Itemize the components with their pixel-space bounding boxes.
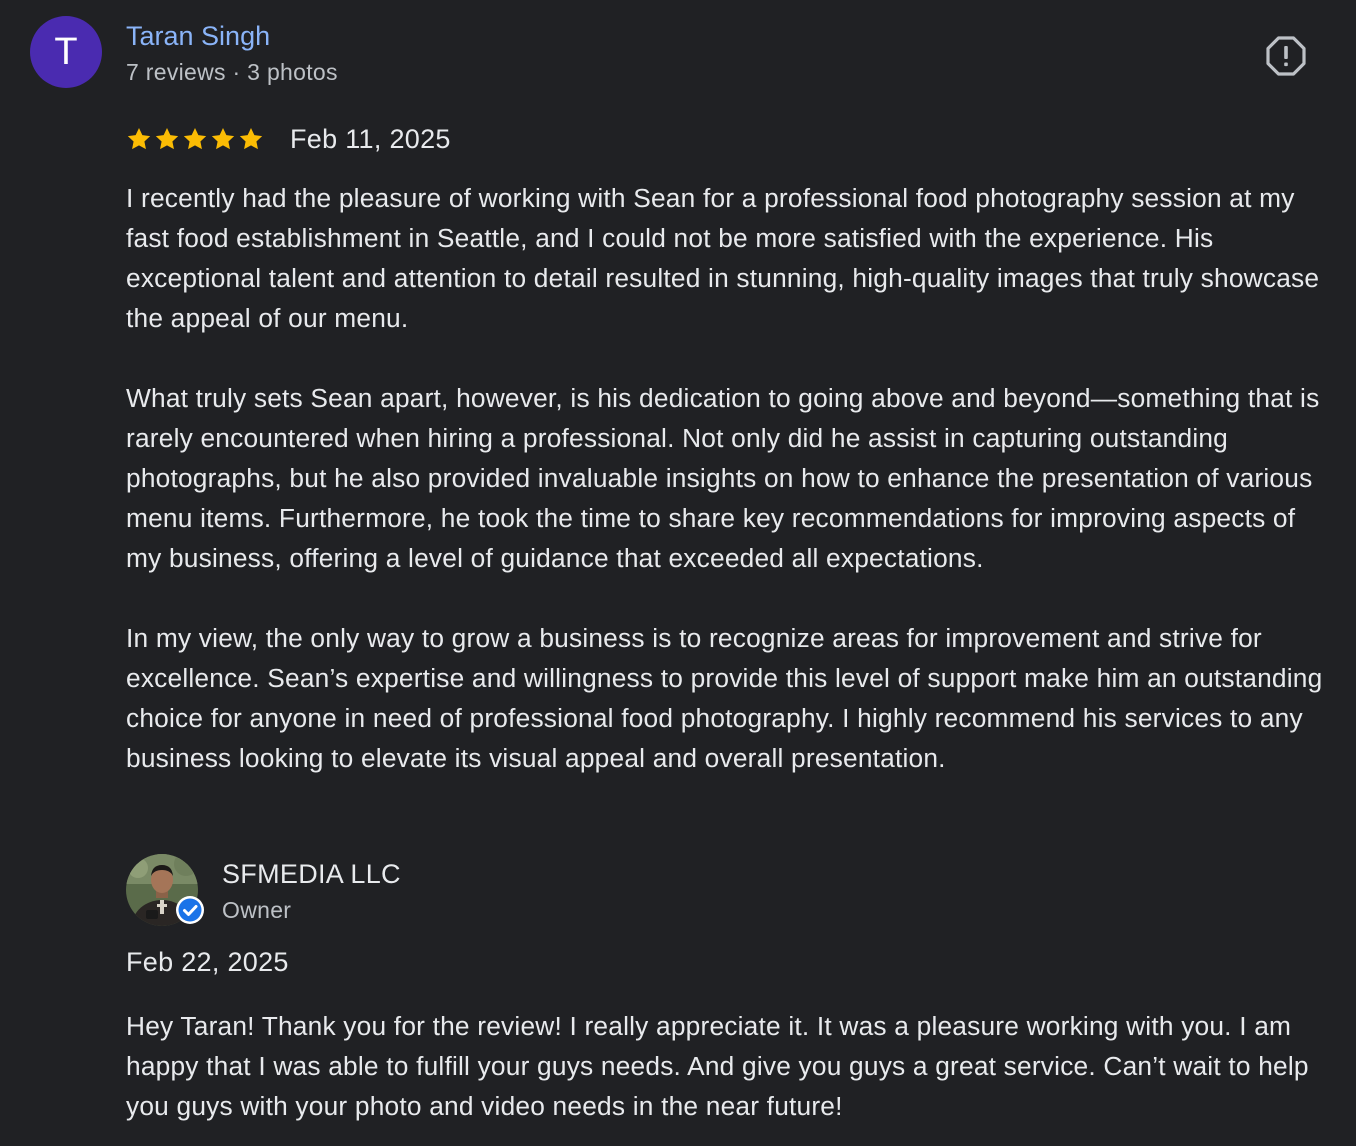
star-icon — [183, 127, 207, 150]
report-flag-icon[interactable] — [1266, 36, 1306, 76]
review-paragraph: In my view, the only way to grow a busin… — [126, 623, 1323, 773]
review-paragraph: What truly sets Sean apart, however, is … — [126, 383, 1320, 573]
review-body: I recently had the pleasure of working w… — [126, 178, 1336, 818]
star-icon — [211, 127, 235, 150]
owner-avatar[interactable] — [126, 854, 204, 926]
reply-text: Hey Taran! Thank you for the review! I r… — [126, 1011, 1309, 1121]
owner-name: SFMEDIA LLC — [222, 859, 401, 889]
owner-role: Owner — [222, 897, 292, 923]
review-date: Feb 11, 2025 — [290, 123, 451, 154]
reviewer-avatar[interactable]: T — [30, 16, 102, 88]
reply-date: Feb 22, 2025 — [126, 947, 289, 977]
reviewer-meta: 7 reviews · 3 photos — [126, 59, 338, 85]
review-paragraph: I recently had the pleasure of working w… — [126, 183, 1320, 333]
star-icon — [127, 127, 151, 150]
reviewer-initial: T — [54, 30, 78, 73]
star-icon — [155, 127, 179, 150]
star-rating — [126, 126, 264, 152]
verified-badge-icon — [176, 896, 204, 924]
rating-row: Feb 11, 2025 — [126, 120, 451, 158]
reviewer-name-link[interactable]: Taran Singh — [126, 18, 270, 54]
star-icon — [239, 127, 263, 150]
